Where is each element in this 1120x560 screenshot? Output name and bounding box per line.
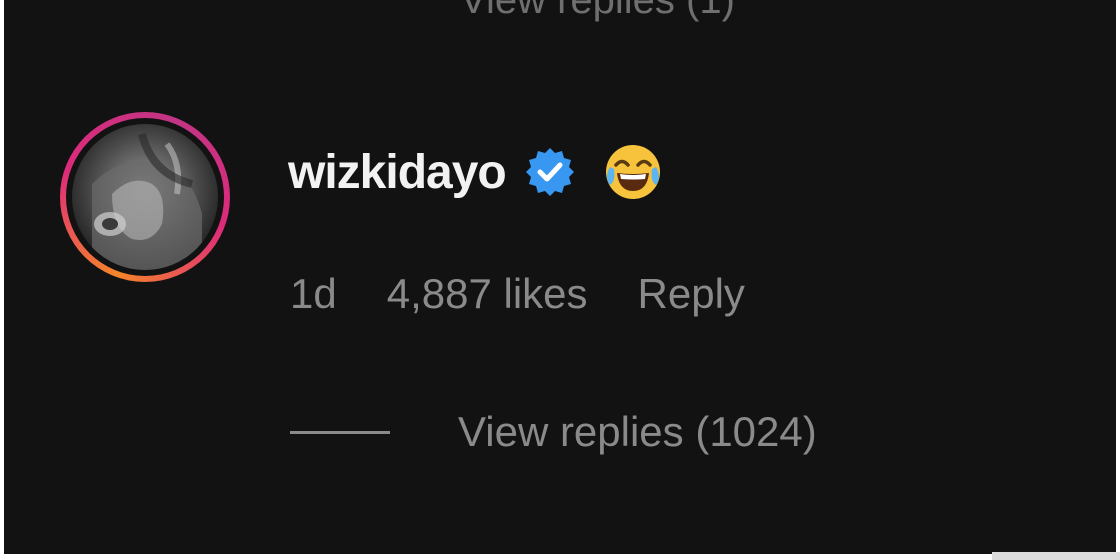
view-replies-label[interactable]: View replies (1024) [458, 408, 817, 456]
comment-age: 1d [290, 270, 337, 317]
corner-edge [992, 552, 1120, 560]
comment-panel: View replies (1) wizkidayo 1d 4,887 like… [4, 0, 1116, 554]
reply-button[interactable]: Reply [638, 270, 745, 318]
username-link[interactable]: wizkidayo [288, 145, 507, 200]
face-with-tears-of-joy-emoji-icon [602, 141, 664, 203]
avatar[interactable] [72, 124, 218, 270]
likes-count[interactable]: 4,887 likes [387, 270, 588, 318]
story-ring[interactable] [60, 112, 230, 282]
comment-header: wizkidayo [288, 140, 664, 204]
verified-badge-icon [524, 146, 576, 198]
comment-meta: 1d 4,887 likes Reply [290, 270, 745, 318]
view-replies-button[interactable]: View replies (1024) [290, 408, 817, 456]
replies-divider [290, 430, 390, 434]
previous-view-replies-link[interactable]: View replies (1) [460, 0, 735, 23]
